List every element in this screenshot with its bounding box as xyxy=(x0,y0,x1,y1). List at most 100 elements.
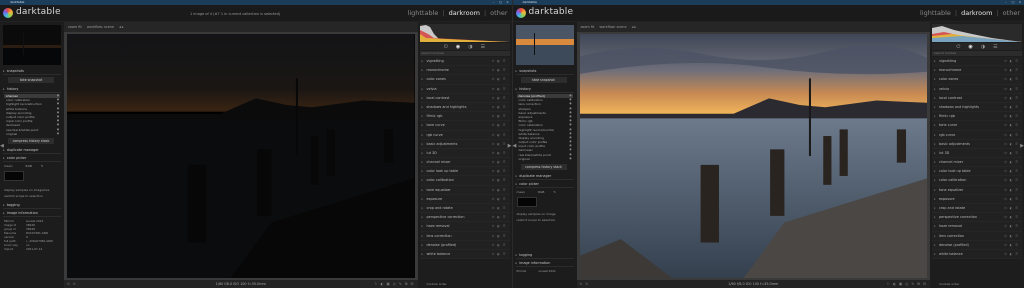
picker-mode[interactable]: mean xyxy=(517,190,526,194)
color-picker-section[interactable]: color picker xyxy=(515,181,574,188)
module-item: haze removal⏻ ◐ ☰ xyxy=(419,222,510,232)
module-search-input[interactable]: search module xyxy=(419,51,510,56)
module-item: crop and rotate⏻ ◐ ☰ xyxy=(932,204,1022,214)
center-bottombar: ⊙ ⊙ 1/60 f/8.0 ISO 100 f=35.0mm ⚐ ◐ ▣ ◎ … xyxy=(576,280,930,288)
picker-value[interactable]: RGB xyxy=(538,190,544,194)
left-panel: snapshots take snapshot history sharpen … xyxy=(0,22,64,288)
collapse-left-icon[interactable]: ◀ xyxy=(0,143,4,149)
presets-icon[interactable]: ☰ xyxy=(993,44,997,50)
color-group-icon[interactable]: ◑ xyxy=(981,44,985,50)
take-snapshot-button[interactable]: take snapshot xyxy=(8,77,54,83)
histogram[interactable] xyxy=(419,24,510,42)
bottom-right-tools-icon[interactable]: ⚐ ◐ ▣ ◎ ✎ ⊞ ⊟ xyxy=(887,280,927,288)
picker-value[interactable]: RGB xyxy=(25,164,31,168)
module-item: basic adjustments⏻ ◐ ☰ xyxy=(932,139,1022,149)
nav-arrows[interactable]: ◂ ▸ xyxy=(632,25,636,29)
workflow-label[interactable]: workflow: scene xyxy=(87,25,114,29)
display-samples-toggle[interactable]: display samples on image/live xyxy=(4,188,60,192)
module-controls-icon: ⏻ ◐ ☰ xyxy=(491,251,507,256)
snapshots-section[interactable]: snapshots xyxy=(3,68,61,75)
view-switcher: lighttable | darkroom | other xyxy=(407,9,508,17)
duplicate-manager-section[interactable]: duplicate manager xyxy=(515,173,574,180)
module-controls-icon: ⏻ ◐ ☰ xyxy=(1004,150,1019,155)
module-item: tone equalizer⏻ ◐ ☰ xyxy=(932,185,1022,195)
module-item: color look up table⏻ ◐ ☰ xyxy=(419,167,510,177)
bottom-left-tools-icon[interactable]: ⊙ ⊙ xyxy=(580,280,590,288)
photo-canvas[interactable] xyxy=(579,34,927,278)
module-item: rgb curve⏻ ◐ ☰ xyxy=(932,130,1022,140)
nav-arrows[interactable]: ◂ ▸ xyxy=(119,25,123,29)
module-order-label[interactable]: module order xyxy=(420,282,510,287)
module-order-label[interactable]: module order xyxy=(932,282,1022,287)
tagging-section[interactable]: tagging xyxy=(3,202,61,209)
picker-mode[interactable]: mean xyxy=(4,164,13,168)
take-snapshot-button[interactable]: take snapshot xyxy=(520,77,567,83)
eyedropper-icon[interactable]: ✎ xyxy=(41,164,44,168)
module-item: local contrast⏻ ◐ ☰ xyxy=(932,93,1022,103)
histogram[interactable] xyxy=(932,24,1022,42)
view-other[interactable]: other xyxy=(1003,9,1020,17)
view-darkroom[interactable]: darkroom xyxy=(961,9,992,17)
module-item: lens correction⏻ ◐ ☰ xyxy=(419,231,510,241)
image-information-section[interactable]: image information xyxy=(3,210,61,217)
history-item[interactable]: original xyxy=(517,157,573,161)
collapse-left-icon[interactable]: ◀ xyxy=(513,143,517,149)
tagging-section[interactable]: tagging xyxy=(515,252,574,259)
module-controls-icon: ⏻ ◐ ☰ xyxy=(491,187,507,192)
compress-history-button[interactable]: compress history stack xyxy=(520,164,567,170)
collapse-right-icon[interactable]: ▶ xyxy=(1020,143,1024,149)
photo-canvas[interactable] xyxy=(67,34,415,278)
module-controls-icon: ⏻ ◐ ☰ xyxy=(491,104,507,109)
history-item[interactable]: original xyxy=(4,132,60,136)
app-header: darktable lighttable | darkroom | other xyxy=(512,5,1024,22)
bottom-right-tools-icon[interactable]: ⚐ ◐ ▣ ◎ ✎ ⊞ ⊟ xyxy=(374,280,414,288)
image-info-rows: filmroll sunset 2021 xyxy=(517,269,573,273)
active-modules-icon[interactable]: ◉ xyxy=(968,44,972,50)
active-modules-icon[interactable]: ◉ xyxy=(456,44,460,50)
module-item: tone curve⏻ ◐ ☰ xyxy=(419,121,510,131)
bottom-left-tools-icon[interactable]: ⊙ ⊙ xyxy=(67,280,77,288)
center-bottombar: ⊙ ⊙ 1/60 f/8.0 ISO 100 f=35.0mm ⚐ ◐ ▣ ◎ … xyxy=(64,280,418,288)
module-item: basic adjustments⏻ ◐ ☰ xyxy=(419,139,510,149)
workflow-label[interactable]: workflow: scene xyxy=(599,25,626,29)
desktop: darktable – □ × darktable 1 image of 4 (#7… xyxy=(0,0,1024,288)
module-search-input[interactable]: search module xyxy=(932,51,1022,56)
navigation-thumbnail[interactable] xyxy=(3,25,61,65)
compress-history-button[interactable]: compress history stack xyxy=(8,138,54,144)
presets-icon[interactable]: ☰ xyxy=(481,44,485,50)
navigation-thumbnail[interactable] xyxy=(515,25,574,65)
duplicate-manager-section[interactable]: duplicate manager xyxy=(3,147,61,154)
power-icon[interactable]: ⏻ xyxy=(956,44,960,50)
power-icon[interactable]: ⏻ xyxy=(444,44,448,50)
module-item: vignetting⏻ ◐ ☰ xyxy=(419,57,510,67)
module-item: color calibration⏻ ◐ ☰ xyxy=(932,176,1022,186)
module-controls-icon: ⏻ ◐ ☰ xyxy=(491,242,507,247)
view-other[interactable]: other xyxy=(490,9,507,17)
image-information-section[interactable]: image information xyxy=(515,260,574,267)
module-controls-icon: ⏻ ◐ ☰ xyxy=(491,132,507,137)
module-item: shadows and highlights⏻ ◐ ☰ xyxy=(932,102,1022,113)
snapshots-section[interactable]: snapshots xyxy=(515,68,574,75)
history-section[interactable]: history xyxy=(3,86,61,93)
module-controls-icon: ⏻ ◐ ☰ xyxy=(491,206,507,210)
zoom-label[interactable]: zoom fit xyxy=(581,25,595,29)
view-lighttable[interactable]: lighttable xyxy=(408,9,439,17)
module-group-tabs: ⏻ ◉ ◑ ☰ xyxy=(932,43,1022,50)
restrict-scope-toggle[interactable]: restrict scope to selection xyxy=(4,194,60,198)
view-lighttable[interactable]: lighttable xyxy=(920,9,951,17)
view-darkroom[interactable]: darkroom xyxy=(449,9,480,17)
eyedropper-icon[interactable]: ✎ xyxy=(553,190,556,194)
center-topbar: zoom fit workflow: scene ◂ ▸ xyxy=(576,22,930,32)
module-item: color look up table⏻ ◐ ☰ xyxy=(932,167,1022,177)
module-item: denoise (profiled)⏻ ◐ ☰ xyxy=(419,240,510,250)
history-section[interactable]: history xyxy=(515,86,574,93)
restrict-scope-toggle[interactable]: restrict scope to selection xyxy=(517,218,573,222)
color-picker-section[interactable]: color picker xyxy=(3,155,61,162)
module-item: channel mixer⏻ ◐ ☰ xyxy=(932,158,1022,168)
zoom-label[interactable]: zoom fit xyxy=(68,25,82,29)
module-item: tone curve⏻ ◐ ☰ xyxy=(932,121,1022,131)
display-samples-toggle[interactable]: display samples on image xyxy=(517,212,573,216)
module-item: monochrome⏻ ◐ ☰ xyxy=(932,66,1022,76)
color-group-icon[interactable]: ◑ xyxy=(468,44,472,50)
module-item: exposure⏻ ◐ ☰ xyxy=(419,194,510,204)
